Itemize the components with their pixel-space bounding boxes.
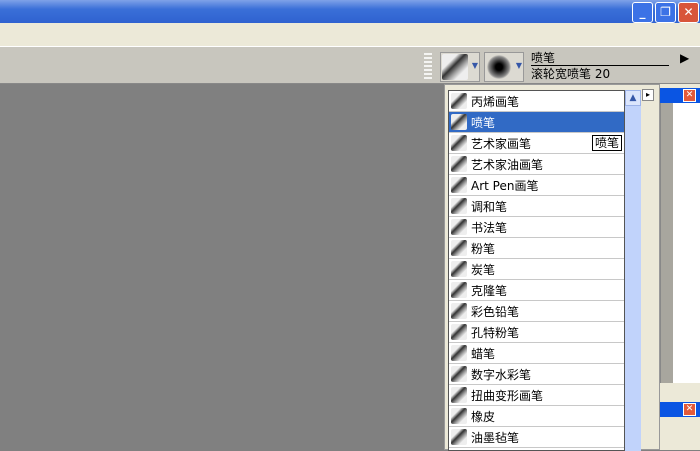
- panel-body: [660, 103, 700, 383]
- brush-icon: [451, 177, 467, 193]
- chevron-down-icon: ▼: [471, 61, 478, 70]
- list-item[interactable]: 艺术家画笔 喷笔: [449, 133, 624, 154]
- property-bar: ▼ ▼ 喷笔 滚轮宽喷笔 20 ▶: [0, 46, 700, 84]
- list-menu-button[interactable]: ▸: [642, 89, 654, 101]
- title-bar: _ ❐ ✕: [0, 0, 700, 23]
- list-item[interactable]: 炭笔: [449, 259, 624, 280]
- brush-icon: [451, 198, 467, 214]
- minimize-button[interactable]: _: [632, 2, 653, 23]
- brush-icon: [451, 387, 467, 403]
- right-panels: ✕ ✕: [660, 84, 700, 450]
- list-item[interactable]: 书法笔: [449, 217, 624, 238]
- tooltip: 喷笔: [591, 135, 622, 151]
- panel-header: ✕: [660, 88, 700, 103]
- brush-variant-selector[interactable]: ▼: [484, 52, 524, 82]
- restore-button[interactable]: ❐: [655, 2, 676, 23]
- dab-preview-icon: [487, 55, 511, 79]
- brush-icon: [451, 240, 467, 256]
- list-item[interactable]: 扭曲变形画笔: [449, 385, 624, 406]
- brush-icon: [451, 93, 467, 109]
- list-item[interactable]: 彩色铅笔: [449, 301, 624, 322]
- brush-category-selector[interactable]: ▼: [440, 52, 480, 82]
- brush-variant-name: 滚轮宽喷笔 20: [531, 67, 611, 81]
- toolbar-grip[interactable]: [424, 53, 432, 79]
- list-item[interactable]: 丙烯画笔: [449, 91, 624, 112]
- list-item[interactable]: 粉笔: [449, 238, 624, 259]
- panel-header: ✕: [660, 402, 700, 417]
- list-item-selected[interactable]: 喷笔: [449, 112, 624, 133]
- brush-icon: [451, 135, 467, 151]
- brush-icon: [451, 303, 467, 319]
- brush-icon: [451, 219, 467, 235]
- menu-bar: [0, 23, 700, 46]
- list-item[interactable]: Art Pen画笔: [449, 175, 624, 196]
- brush-category-dropdown: 丙烯画笔 喷笔 艺术家画笔 喷笔 艺术家油画笔 Art Pen画笔 调和笔 书法笔…: [444, 84, 660, 451]
- list-item[interactable]: 艺术家油画笔: [449, 154, 624, 175]
- brush-icon: [451, 156, 467, 172]
- list-item[interactable]: 调和笔: [449, 196, 624, 217]
- brush-icon: [451, 282, 467, 298]
- scroll-up-button[interactable]: ▲: [625, 90, 641, 106]
- brush-icon: [451, 408, 467, 424]
- list-item[interactable]: 孔特粉笔: [449, 322, 624, 343]
- airbrush-icon: [442, 54, 468, 80]
- list-item[interactable]: 油墨毡笔: [449, 427, 624, 448]
- close-button[interactable]: ✕: [678, 2, 699, 23]
- list-item[interactable]: 橡皮: [449, 406, 624, 427]
- brush-icon: [451, 261, 467, 277]
- brush-icon: [451, 429, 467, 445]
- close-icon[interactable]: ✕: [683, 403, 696, 416]
- close-icon[interactable]: ✕: [683, 89, 696, 102]
- list-item[interactable]: 克隆笔: [449, 280, 624, 301]
- list-item[interactable]: 蜡笔: [449, 343, 624, 364]
- brush-icon: [451, 366, 467, 382]
- list-item[interactable]: 数字水彩笔: [449, 364, 624, 385]
- list-scrollbar[interactable]: ▲: [625, 90, 641, 451]
- chevron-down-icon: ▼: [515, 61, 522, 70]
- brush-icon: [451, 345, 467, 361]
- flyout-arrow-icon[interactable]: ▶: [680, 51, 689, 65]
- brush-category-name: 喷笔: [531, 51, 669, 66]
- brush-icon: [451, 324, 467, 340]
- brush-icon: [451, 114, 467, 130]
- brush-list: 丙烯画笔 喷笔 艺术家画笔 喷笔 艺术家油画笔 Art Pen画笔 调和笔 书法笔…: [448, 90, 625, 451]
